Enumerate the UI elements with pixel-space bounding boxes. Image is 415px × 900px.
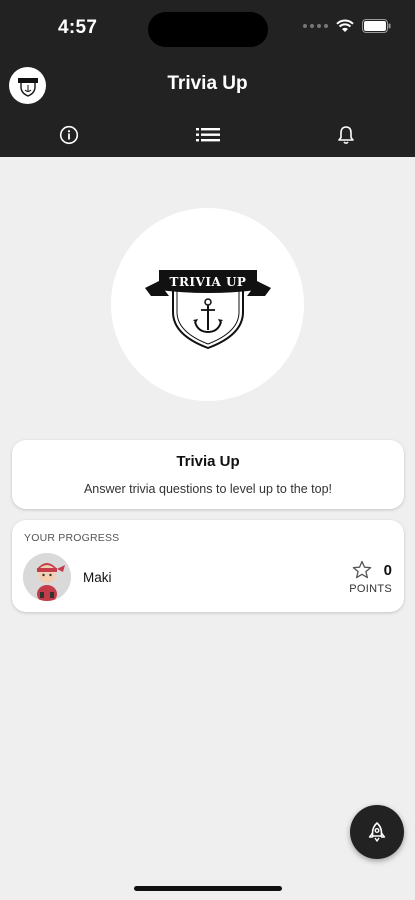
tab-notifications[interactable] bbox=[331, 120, 361, 150]
dynamic-island bbox=[148, 12, 268, 47]
logo-text: TRIVIA UP bbox=[169, 275, 246, 289]
tab-info[interactable] bbox=[54, 120, 84, 150]
status-time: 4:57 bbox=[58, 17, 98, 38]
info-card: Trivia Up Answer trivia questions to lev… bbox=[12, 440, 404, 509]
signal-icon bbox=[303, 24, 328, 28]
start-game-button[interactable] bbox=[350, 805, 404, 859]
info-card-description: Answer trivia questions to level up to t… bbox=[83, 482, 333, 496]
progress-heading: YOUR PROGRESS bbox=[24, 532, 120, 544]
tab-list[interactable] bbox=[193, 120, 223, 150]
star-icon bbox=[352, 560, 372, 579]
info-card-title: Trivia Up bbox=[176, 453, 240, 470]
anchor-shield-logo: TRIVIA UP bbox=[144, 269, 271, 349]
points-label: POINTS bbox=[349, 583, 392, 595]
app-title: Trivia Up bbox=[167, 73, 248, 94]
trivia-up-logo: TRIVIA UP bbox=[111, 208, 304, 401]
user-avatar bbox=[23, 553, 71, 601]
home-indicator[interactable] bbox=[134, 886, 282, 891]
points-value: 0 bbox=[383, 562, 392, 579]
status-icons bbox=[303, 19, 391, 33]
header: 4:57 Trivia Up bbox=[0, 0, 415, 157]
info-icon bbox=[59, 125, 79, 145]
bell-icon bbox=[338, 126, 354, 145]
tab-bar bbox=[0, 116, 415, 152]
progress-card[interactable]: YOUR PROGRESS Maki 0 POINTS bbox=[12, 520, 404, 612]
rocket-icon bbox=[368, 822, 386, 842]
wifi-icon bbox=[336, 19, 354, 32]
ninja-avatar-icon bbox=[23, 553, 71, 601]
list-icon bbox=[196, 128, 220, 142]
user-name: Maki bbox=[83, 570, 112, 585]
battery-icon bbox=[362, 19, 391, 33]
